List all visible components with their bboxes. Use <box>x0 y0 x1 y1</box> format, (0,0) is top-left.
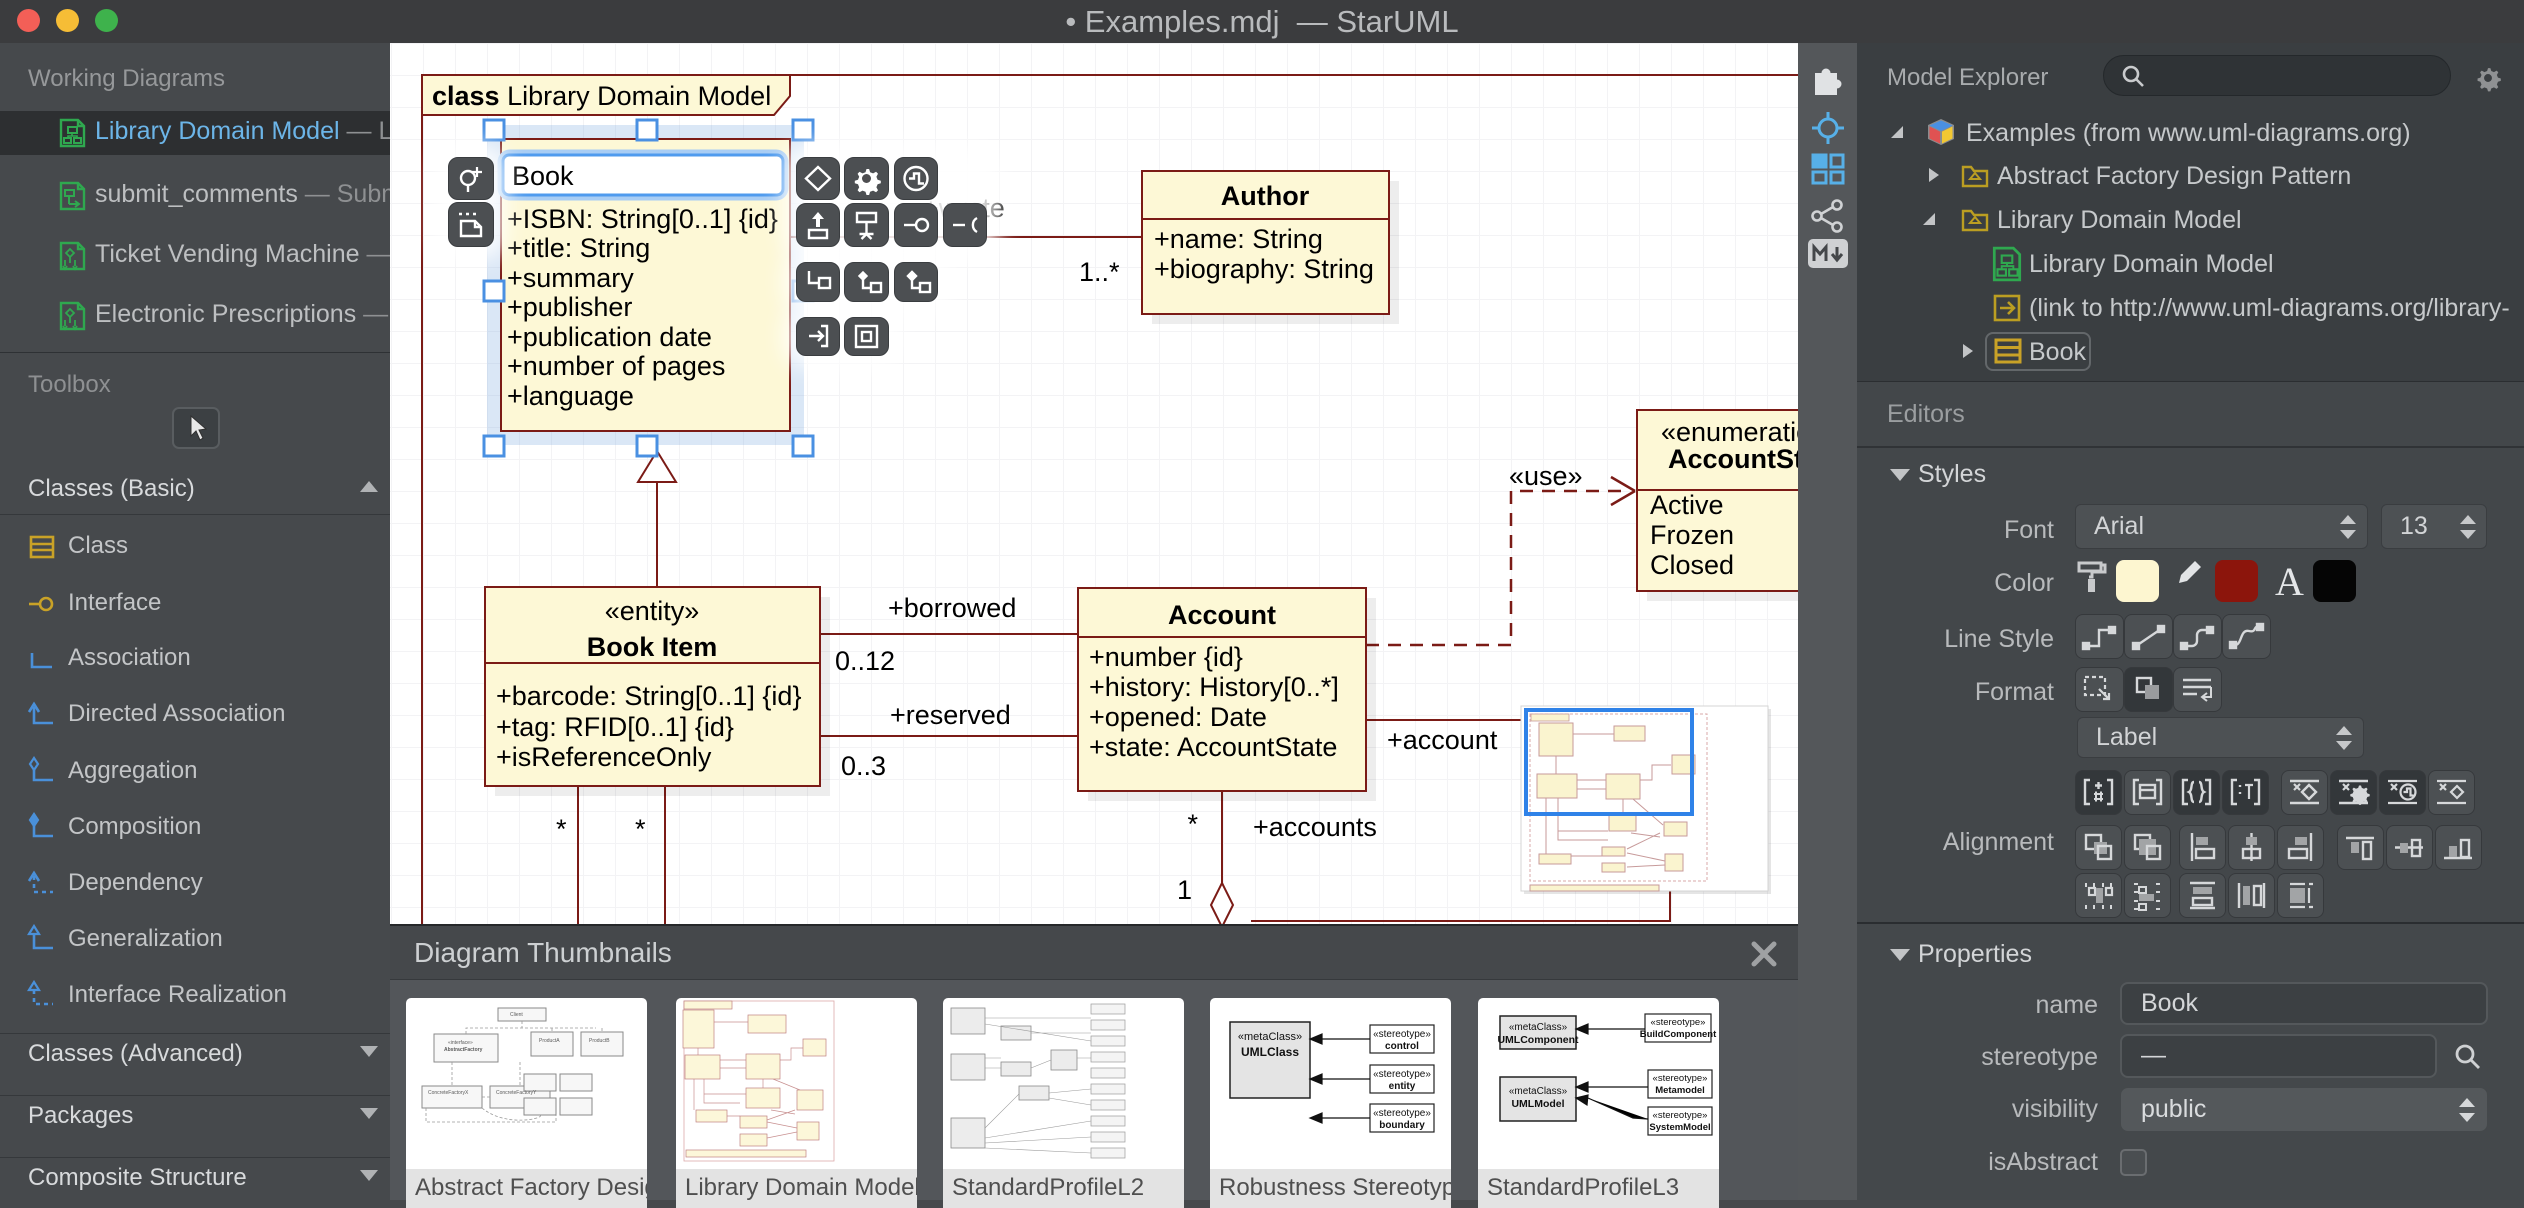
svg-text:BuildComponent: BuildComponent <box>1640 1029 1717 1040</box>
svg-text:+ISBN: String[0..1] {id}: +ISBN: String[0..1] {id} <box>507 204 778 234</box>
svg-text:+number {id}: +number {id} <box>1089 642 1243 672</box>
svg-text:+tag: RFID[0..1] {id}: +tag: RFID[0..1] {id} <box>496 712 734 742</box>
svg-text:1: 1 <box>1177 875 1192 905</box>
svg-text:+history: History[0..*]: +history: History[0..*] <box>1089 672 1339 702</box>
svg-text:«use»: «use» <box>1509 461 1583 491</box>
svg-text:«entity»: «entity» <box>605 596 700 626</box>
svg-text:*: * <box>1187 809 1198 839</box>
svg-text:+language: +language <box>507 381 634 411</box>
svg-text:Frozen: Frozen <box>1650 520 1734 550</box>
svg-text:«stereotype»: «stereotype» <box>1651 1017 1706 1028</box>
svg-text:+account: +account <box>1387 725 1498 755</box>
svg-text:ConcreteFactoryY: ConcreteFactoryY <box>496 1090 537 1096</box>
svg-text:1..*: 1..* <box>1079 257 1120 287</box>
svg-text:+publisher: +publisher <box>507 292 632 322</box>
svg-text:«metaClass»: «metaClass» <box>1509 1086 1568 1097</box>
svg-text:«enumeratio: «enumeratio <box>1661 417 1798 447</box>
svg-text:+biography: String: +biography: String <box>1154 254 1374 284</box>
svg-text:0..12: 0..12 <box>835 646 895 676</box>
svg-text:+title: String: +title: String <box>507 233 650 263</box>
svg-text:Author: Author <box>1221 181 1310 211</box>
svg-text:+isReferenceOnly: +isReferenceOnly <box>496 742 712 772</box>
svg-text:AccountSta: AccountSta <box>1668 444 1798 474</box>
svg-text:+barcode: String[0..1] {id}: +barcode: String[0..1] {id} <box>496 681 801 711</box>
svg-text:UMLClass: UMLClass <box>1241 1045 1299 1059</box>
svg-text:UMLModel: UMLModel <box>1511 1098 1564 1110</box>
svg-text:«interface»: «interface» <box>448 1040 473 1046</box>
svg-text:«stereotype»: «stereotype» <box>1373 1108 1431 1119</box>
svg-text:0..3: 0..3 <box>841 751 886 781</box>
svg-text:Account: Account <box>1168 600 1276 630</box>
svg-text:Book: Book <box>512 161 574 191</box>
svg-text:+opened: Date: +opened: Date <box>1089 702 1267 732</box>
svg-text:+state: AccountState: +state: AccountState <box>1089 732 1337 762</box>
svg-text:+accounts: +accounts <box>1253 812 1377 842</box>
svg-text:*: * <box>556 814 567 844</box>
svg-text:«stereotype»: «stereotype» <box>1373 1069 1431 1080</box>
svg-text:Active: Active <box>1650 490 1724 520</box>
svg-text:«stereotype»: «stereotype» <box>1373 1029 1431 1040</box>
svg-text:«stereotype»: «stereotype» <box>1653 1073 1708 1084</box>
svg-text:boundary: boundary <box>1379 1120 1425 1131</box>
svg-text:+publication date: +publication date <box>507 322 712 352</box>
svg-text:control: control <box>1385 1041 1419 1052</box>
svg-text:+borrowed: +borrowed <box>888 593 1016 623</box>
svg-text:Closed: Closed <box>1650 550 1734 580</box>
svg-text:«metaClass»: «metaClass» <box>1509 1022 1568 1033</box>
svg-text:ProductB: ProductB <box>589 1038 610 1044</box>
svg-text:*: * <box>635 814 646 844</box>
svg-text:SystemModel: SystemModel <box>1649 1122 1710 1133</box>
svg-text:class Library Domain Model: class Library Domain Model <box>432 81 771 111</box>
svg-text:+reserved: +reserved <box>890 700 1011 730</box>
svg-text:Client: Client <box>510 1012 523 1018</box>
svg-text:ProductA: ProductA <box>539 1038 560 1044</box>
svg-text:+summary: +summary <box>507 263 634 293</box>
svg-text:entity: entity <box>1389 1081 1416 1092</box>
svg-text:Metamodel: Metamodel <box>1655 1085 1705 1096</box>
svg-text:+name: String: +name: String <box>1154 224 1323 254</box>
svg-text:Book Item: Book Item <box>587 632 718 662</box>
svg-text:ConcreteFactoryX: ConcreteFactoryX <box>428 1090 469 1096</box>
svg-text:AbstractFactory: AbstractFactory <box>444 1047 483 1053</box>
svg-text:+number of pages: +number of pages <box>507 351 725 381</box>
svg-text:UMLComponent: UMLComponent <box>1497 1034 1579 1046</box>
svg-text:«stereotype»: «stereotype» <box>1653 1110 1708 1121</box>
svg-text:«metaClass»: «metaClass» <box>1238 1031 1302 1043</box>
